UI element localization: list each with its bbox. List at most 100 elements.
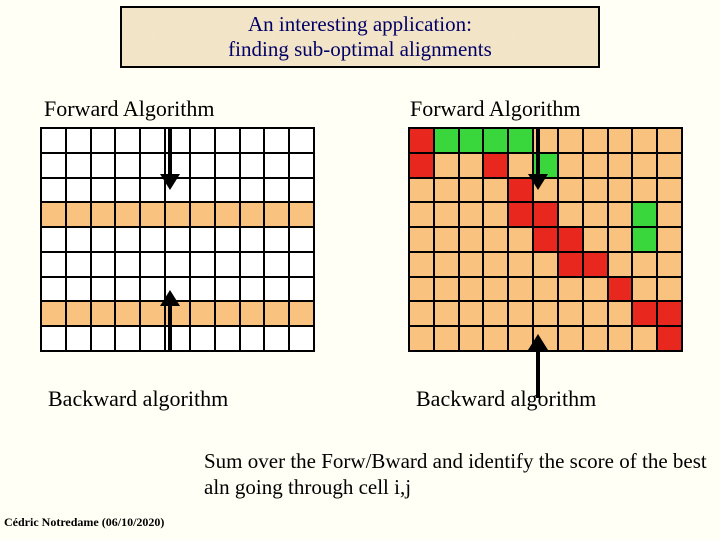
grid-cell <box>657 153 682 178</box>
grid-cell <box>483 301 508 326</box>
left-top-label: Forward Algorithm <box>44 96 215 122</box>
grid-cell <box>483 178 508 203</box>
grid-cell <box>41 153 66 178</box>
grid-cell <box>215 277 240 302</box>
grid-cell <box>459 277 484 302</box>
grid-cell <box>215 178 240 203</box>
grid-cell <box>409 301 434 326</box>
grid-cell <box>190 202 215 227</box>
grid-cell <box>240 301 265 326</box>
grid-cell <box>409 227 434 252</box>
grid-cell <box>558 153 583 178</box>
grid-cell <box>66 301 91 326</box>
grid-cell <box>66 252 91 277</box>
grid-cell <box>608 128 633 153</box>
grid-cell <box>434 301 459 326</box>
grid-cell <box>41 301 66 326</box>
grid-cell <box>66 128 91 153</box>
grid-cell <box>508 252 533 277</box>
grid-cell <box>264 252 289 277</box>
grid-cell <box>657 178 682 203</box>
grid-cell <box>115 301 140 326</box>
grid-cell <box>165 202 190 227</box>
grid-cell <box>115 178 140 203</box>
grid-cell <box>583 301 608 326</box>
title-line-1: An interesting application: <box>122 12 598 37</box>
grid-cell <box>140 202 165 227</box>
grid-cell <box>533 227 558 252</box>
grid-cell <box>140 128 165 153</box>
grid-cell <box>66 326 91 351</box>
grid-cell <box>289 252 314 277</box>
grid-cell <box>409 326 434 351</box>
grid-cell <box>632 153 657 178</box>
grid-cell <box>91 277 116 302</box>
grid-cell <box>91 227 116 252</box>
grid-cell <box>240 252 265 277</box>
grid-cell <box>434 326 459 351</box>
grid-cell <box>41 178 66 203</box>
grid-cell <box>608 227 633 252</box>
grid-cell <box>409 178 434 203</box>
grid-cell <box>608 178 633 203</box>
grid-cell <box>583 128 608 153</box>
grid-cell <box>608 326 633 351</box>
grid-cell <box>41 128 66 153</box>
right-bottom-label: Backward algorithm <box>416 386 596 412</box>
grid-cell <box>508 227 533 252</box>
grid-cell <box>240 128 265 153</box>
grid-cell <box>165 227 190 252</box>
grid-cell <box>215 153 240 178</box>
grid-cell <box>165 252 190 277</box>
grid-cell <box>632 202 657 227</box>
grid-cell <box>508 277 533 302</box>
grid-cell <box>115 326 140 351</box>
grid-cell <box>41 227 66 252</box>
grid-cell <box>459 202 484 227</box>
grid-cell <box>190 252 215 277</box>
grid-cell <box>409 252 434 277</box>
grid-cell <box>190 178 215 203</box>
grid-cell <box>409 128 434 153</box>
grid-cell <box>632 252 657 277</box>
grid-cell <box>657 128 682 153</box>
left-bottom-label: Backward algorithm <box>48 386 228 412</box>
grid-cell <box>91 128 116 153</box>
grid-cell <box>483 227 508 252</box>
grid-cell <box>41 326 66 351</box>
grid-cell <box>41 252 66 277</box>
grid-cell <box>533 252 558 277</box>
grid-cell <box>434 128 459 153</box>
grid-cell <box>240 277 265 302</box>
grid-cell <box>190 277 215 302</box>
grid-cell <box>459 326 484 351</box>
grid-cell <box>190 153 215 178</box>
grid-cell <box>264 227 289 252</box>
grid-cell <box>190 227 215 252</box>
grid-cell <box>434 227 459 252</box>
grid-cell <box>632 128 657 153</box>
grid-cell <box>215 128 240 153</box>
grid-cell <box>608 277 633 302</box>
grid-cell <box>483 277 508 302</box>
grid-cell <box>66 153 91 178</box>
grid-cell <box>583 178 608 203</box>
grid-cell <box>240 202 265 227</box>
grid-cell <box>115 252 140 277</box>
grid-cell <box>215 326 240 351</box>
grid-cell <box>91 326 116 351</box>
grid-cell <box>264 301 289 326</box>
grid-cell <box>508 202 533 227</box>
grid-cell <box>483 202 508 227</box>
grid-cell <box>289 178 314 203</box>
grid-cell <box>289 326 314 351</box>
grid-cell <box>632 301 657 326</box>
grid-cell <box>190 326 215 351</box>
grid-cell <box>66 277 91 302</box>
grid-cell <box>289 202 314 227</box>
grid-cell <box>91 301 116 326</box>
grid-cell <box>459 252 484 277</box>
grid-cell <box>558 128 583 153</box>
grid-cell <box>657 326 682 351</box>
grid-cell <box>264 326 289 351</box>
